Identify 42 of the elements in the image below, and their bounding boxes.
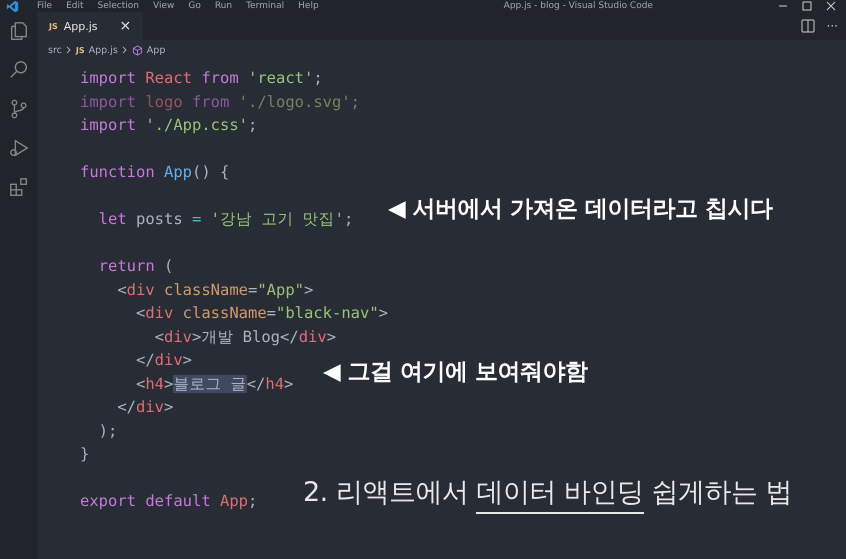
chevron-icon — [122, 46, 128, 54]
maximize-icon[interactable] — [802, 1, 812, 11]
more-actions-button[interactable]: ··· — [826, 19, 838, 33]
chevron-icon — [66, 46, 72, 54]
code-line: function App() { — [80, 162, 230, 183]
code-line: </div> — [116, 397, 174, 418]
run-debug-icon[interactable] — [8, 137, 30, 159]
menu-item[interactable]: Help — [298, 2, 319, 10]
code-line: export default App; — [80, 491, 258, 512]
breadcrumb-item[interactable]: src — [48, 44, 62, 56]
annotation-caption: ◀ 서버에서 가져온 데이터라고 칩시다 — [388, 195, 773, 224]
split-editor-icon[interactable] — [800, 19, 815, 33]
code-line: <div className="black-nav"> — [134, 303, 388, 324]
code-line: import './App.css'; — [80, 115, 258, 136]
breadcrumb-item[interactable]: App — [146, 44, 166, 56]
breadcrumb-item[interactable]: App.js — [88, 44, 118, 56]
app-logo-icon — [6, 0, 19, 12]
menu-item[interactable]: Selection — [98, 2, 139, 10]
menu-item[interactable]: File — [37, 2, 52, 10]
code-line: <h4>블로그 글</h4> — [134, 374, 294, 394]
editor-tab[interactable]: JS App.js × — [37, 12, 144, 40]
menu-item[interactable]: View — [152, 2, 174, 10]
code-line: ); — [98, 420, 118, 442]
code-line: <div className="App"> — [116, 280, 314, 300]
extensions-icon[interactable] — [8, 176, 30, 198]
menu-item[interactable]: Edit — [66, 2, 84, 10]
menu-item[interactable]: Terminal — [246, 2, 284, 10]
code-line: import logo from './logo.svg'; — [80, 92, 360, 112]
code-line: import React from 'react'; — [80, 68, 323, 89]
code-line: </div> — [134, 350, 192, 371]
menu-item[interactable]: Run — [214, 2, 232, 10]
window-title: App.js - blog - Visual Studio Code — [502, 2, 654, 10]
code-line: return ( — [98, 256, 174, 277]
cube-icon — [132, 44, 143, 56]
code-line: <div>개발 Blog</div> — [154, 326, 336, 348]
close-icon[interactable] — [826, 1, 836, 11]
code-line: } — [80, 444, 90, 465]
js-file-icon: JS — [76, 46, 85, 54]
menu-item[interactable]: Go — [188, 2, 201, 10]
search-icon[interactable] — [8, 59, 30, 81]
annotation-caption: ◀ 그걸 여기에 보여줘야함 — [323, 358, 588, 387]
code-line: let posts = '강남 고기 맛집'; — [98, 209, 354, 230]
